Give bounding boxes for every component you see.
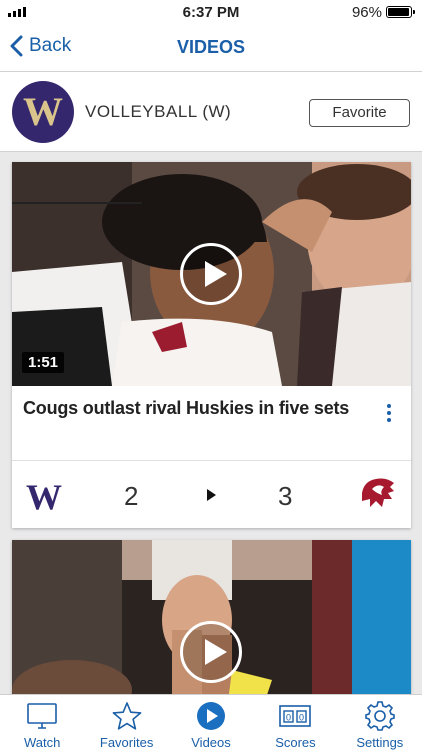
back-label: Back: [29, 35, 72, 56]
home-team-logo: W: [26, 477, 62, 517]
team-header: W VOLLEYBALL (W) Favorite: [0, 72, 422, 152]
team-logo: W: [12, 81, 74, 143]
battery-percent: 96%: [351, 4, 382, 21]
svg-text:0: 0: [299, 713, 304, 723]
tab-videos[interactable]: Videos: [169, 695, 253, 750]
monitor-icon: [27, 703, 58, 729]
battery-icon: [386, 6, 415, 18]
video-card[interactable]: 1:51 Cougs outlast rival Huskies in five…: [12, 162, 411, 528]
winner-arrow-icon: [207, 489, 216, 501]
tab-label: Settings: [356, 735, 404, 750]
away-score: 3: [278, 481, 293, 511]
nav-bar: Back VIDEOS: [0, 24, 422, 72]
video-title[interactable]: Cougs outlast rival Huskies in five sets: [23, 398, 363, 419]
gear-icon: [365, 701, 395, 731]
cougar-logo-icon: [362, 478, 394, 507]
score-row: W 2 3: [12, 460, 411, 528]
tab-watch[interactable]: Watch: [0, 695, 84, 750]
play-circle-icon: [197, 702, 226, 730]
favorite-button[interactable]: Favorite: [309, 99, 410, 127]
video-feed[interactable]: 1:51 Cougs outlast rival Huskies in five…: [0, 152, 422, 694]
tab-scores[interactable]: 0 0 Scores: [253, 695, 337, 750]
tab-favorites[interactable]: Favorites: [84, 695, 168, 750]
tab-bar: Watch Favorites Videos 0 0 Scores Settin…: [0, 694, 422, 750]
tab-label: Scores: [275, 735, 316, 750]
video-duration: 1:51: [22, 352, 65, 373]
video-card[interactable]: [12, 540, 411, 694]
scoreboard-icon: 0 0: [279, 705, 312, 727]
tab-label: Watch: [24, 735, 61, 750]
svg-text:0: 0: [286, 713, 291, 723]
chevron-left-icon: [10, 35, 23, 57]
star-icon: [112, 702, 142, 730]
tab-label: Favorites: [99, 735, 154, 750]
play-button[interactable]: [180, 621, 242, 683]
play-button[interactable]: [180, 243, 242, 305]
more-options-icon[interactable]: [379, 402, 399, 426]
home-score: 2: [124, 481, 139, 511]
team-logo-letter: W: [23, 89, 63, 134]
back-button[interactable]: Back: [10, 35, 71, 57]
tab-label: Videos: [191, 735, 231, 750]
team-name: VOLLEYBALL (W): [85, 102, 232, 121]
video-thumbnail[interactable]: 1:51: [12, 162, 411, 386]
video-thumbnail[interactable]: [12, 540, 411, 694]
tab-settings[interactable]: Settings: [338, 695, 422, 750]
status-bar: 6:37 PM 96%: [0, 0, 422, 24]
